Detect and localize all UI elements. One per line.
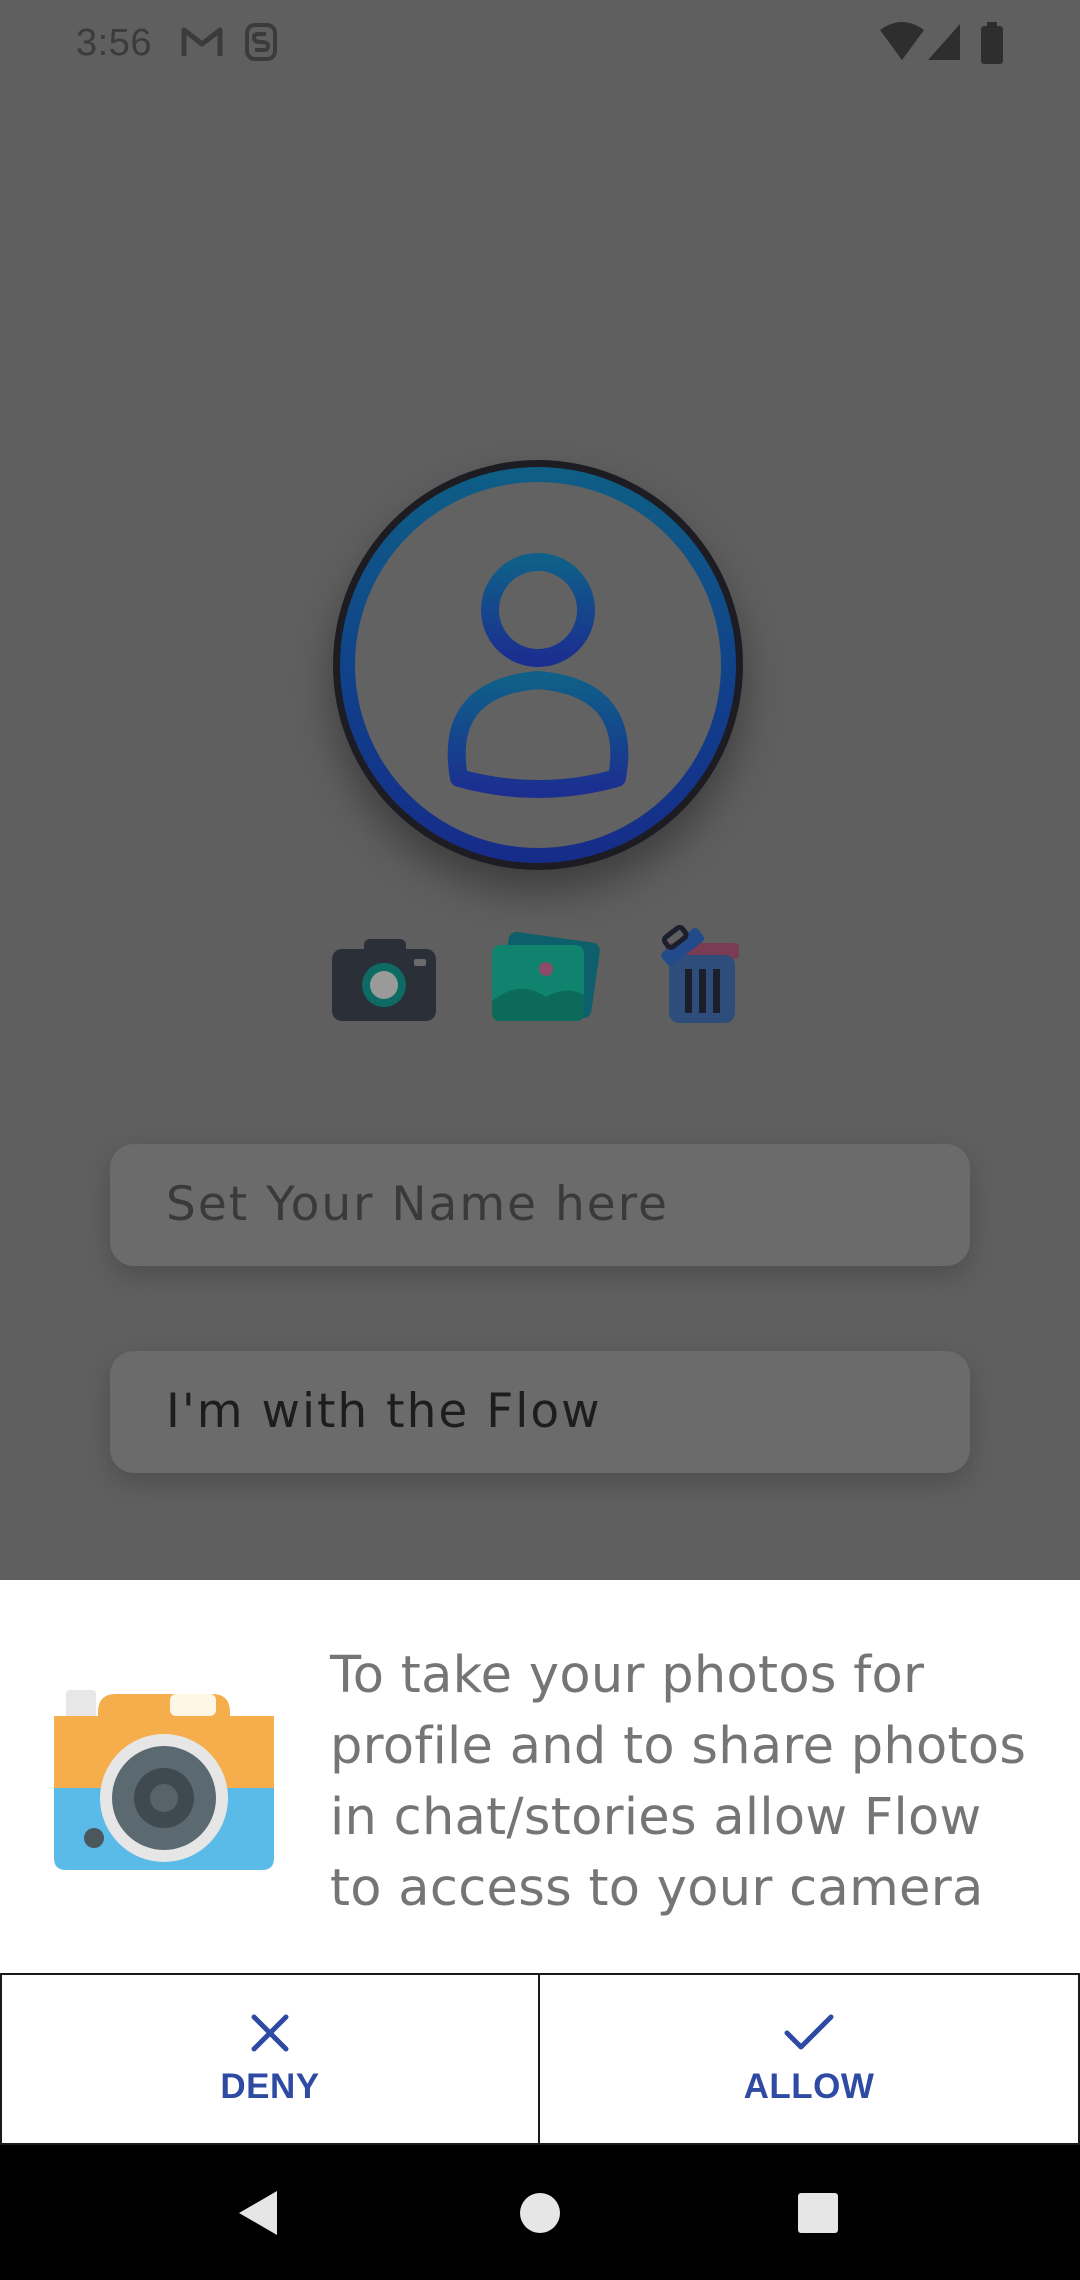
permission-buttons: DENY ALLOW: [0, 1973, 1080, 2145]
home-button[interactable]: [480, 2145, 600, 2280]
delete-button[interactable]: [655, 915, 747, 1032]
camera-icon: [332, 939, 436, 1021]
battery-icon: [980, 22, 1004, 69]
wifi-icon: [880, 22, 924, 67]
allow-label: ALLOW: [743, 2067, 875, 2106]
delete-icon: [661, 925, 739, 1023]
recents-button[interactable]: [758, 2145, 878, 2280]
status-bar: 3:56: [0, 0, 1080, 90]
camera-permission-sheet: To take your photos for profile and to s…: [0, 1580, 1080, 2145]
deny-button[interactable]: DENY: [0, 1973, 540, 2145]
back-button[interactable]: [198, 2145, 318, 2280]
s-app-icon: [244, 22, 278, 67]
camera-icon: [52, 1680, 276, 1875]
name-input[interactable]: Set Your Name here: [110, 1144, 970, 1266]
close-icon: [251, 2014, 289, 2052]
status-input[interactable]: I'm with the Flow: [110, 1351, 970, 1473]
recents-icon: [798, 2192, 838, 2233]
person-icon: [355, 482, 721, 848]
allow-button[interactable]: ALLOW: [538, 1973, 1080, 2145]
status-time: 3:56: [76, 22, 152, 64]
name-input-placeholder: Set Your Name here: [166, 1177, 669, 1232]
deny-label: DENY: [220, 2067, 320, 2106]
check-icon: [784, 2014, 834, 2050]
permission-message: To take your photos for profile and to s…: [330, 1646, 1027, 1918]
profile-avatar[interactable]: [333, 460, 743, 870]
home-icon: [520, 2192, 560, 2233]
back-icon: [239, 2190, 277, 2235]
gmail-icon: [180, 22, 224, 67]
gallery-icon: [492, 932, 600, 1021]
system-nav-bar: [0, 2145, 1080, 2280]
gallery-button[interactable]: [490, 915, 600, 1032]
status-input-value: I'm with the Flow: [166, 1384, 602, 1439]
signal-icon: [928, 22, 962, 67]
camera-button[interactable]: [330, 915, 438, 1030]
